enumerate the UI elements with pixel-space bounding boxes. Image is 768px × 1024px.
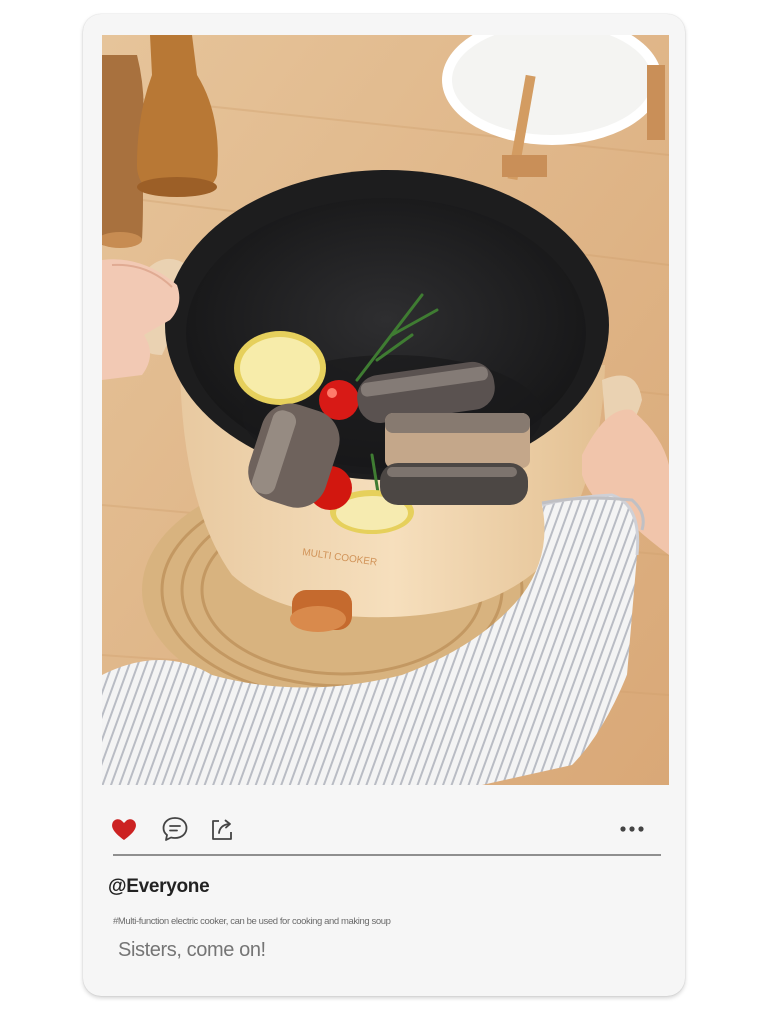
action-bar <box>83 804 685 854</box>
divider <box>113 854 661 856</box>
post-hashtag-text[interactable]: #Multi-function electric cooker, can be … <box>113 916 391 927</box>
post-card: MULTI COOKER @Everyone #Multi-function e… <box>83 14 685 996</box>
cooker-photo-illustration: MULTI COOKER <box>102 35 669 785</box>
more-dots-icon[interactable] <box>617 814 647 844</box>
heart-icon[interactable] <box>109 814 139 844</box>
post-caption: Sisters, come on! <box>118 939 266 961</box>
post-photo[interactable]: MULTI COOKER <box>102 35 669 785</box>
post-author-handle[interactable]: @Everyone <box>108 876 210 898</box>
comment-icon[interactable] <box>160 814 190 844</box>
share-icon[interactable] <box>207 814 237 844</box>
